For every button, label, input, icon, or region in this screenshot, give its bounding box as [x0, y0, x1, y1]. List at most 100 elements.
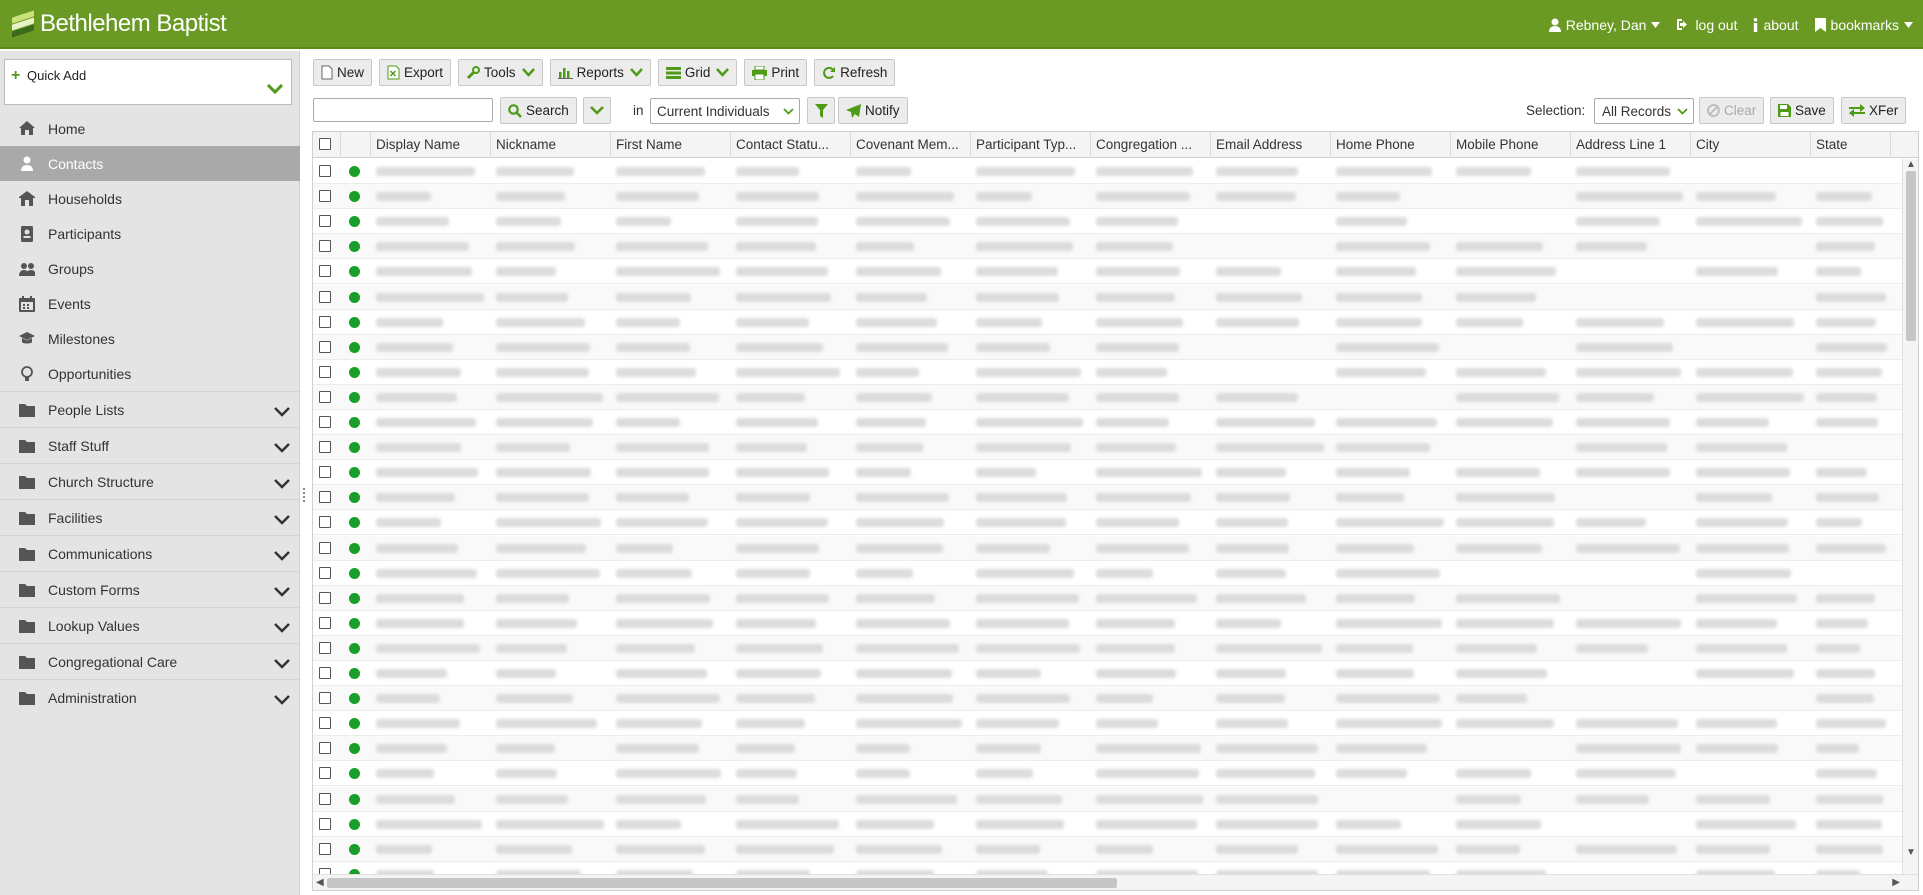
sidebar-folder-custom-forms[interactable]: Custom Forms: [0, 571, 300, 607]
save-selection-button[interactable]: Save: [1770, 97, 1834, 124]
row-checkbox[interactable]: [319, 240, 331, 253]
row-checkbox[interactable]: [319, 667, 331, 679]
selection-select[interactable]: All Records: [1594, 98, 1694, 124]
table-row[interactable]: [313, 812, 1903, 837]
sidebar-folder-facilities[interactable]: Facilities: [0, 499, 300, 535]
quick-add-box[interactable]: + Quick Add: [4, 59, 292, 105]
row-checkbox[interactable]: [319, 792, 331, 805]
table-row[interactable]: [313, 836, 1903, 862]
sidebar-folder-people-lists[interactable]: People Lists: [0, 391, 300, 427]
vertical-scrollbar[interactable]: ▲ ▼: [1902, 159, 1918, 875]
table-row[interactable]: [313, 585, 1903, 611]
row-checkbox[interactable]: [319, 641, 331, 654]
sidebar-folder-lookup-values[interactable]: Lookup Values: [0, 607, 300, 643]
table-row[interactable]: [313, 410, 1903, 435]
chevron-down-icon[interactable]: [274, 548, 290, 564]
column-header-home-phone[interactable]: Home Phone: [1331, 132, 1451, 158]
table-row[interactable]: [313, 234, 1903, 260]
row-checkbox[interactable]: [319, 742, 331, 755]
sidebar-item-events[interactable]: Events: [0, 286, 300, 321]
refresh-button[interactable]: Refresh: [814, 59, 896, 86]
chevron-down-icon[interactable]: [274, 584, 290, 600]
table-row[interactable]: [313, 661, 1903, 686]
column-header-covenant-mem[interactable]: Covenant Mem...: [851, 132, 971, 158]
row-checkbox[interactable]: [319, 491, 331, 504]
notify-button[interactable]: Notify: [838, 97, 908, 124]
column-header-city[interactable]: City: [1691, 132, 1811, 158]
horizontal-scrollbar[interactable]: ◀ ▶: [313, 874, 1918, 890]
record-scope-select[interactable]: Current Individuals: [650, 98, 800, 124]
column-header-nickname[interactable]: Nickname: [491, 132, 611, 158]
column-header-email-address[interactable]: Email Address: [1211, 132, 1331, 158]
row-checkbox[interactable]: [319, 516, 331, 529]
xfer-button[interactable]: XFer: [1841, 97, 1907, 124]
table-row[interactable]: [313, 561, 1903, 586]
scroll-up-arrow-icon[interactable]: ▲: [1906, 159, 1916, 170]
row-checkbox[interactable]: [319, 817, 331, 830]
bookmarks-menu[interactable]: bookmarks: [1814, 17, 1913, 33]
scroll-left-arrow-icon[interactable]: ◀: [316, 877, 324, 888]
search-options-dropdown[interactable]: [583, 97, 611, 124]
row-checkbox[interactable]: [319, 616, 331, 629]
table-row[interactable]: [313, 786, 1903, 812]
table-row[interactable]: [313, 711, 1903, 737]
chevron-down-icon[interactable]: [274, 692, 290, 708]
scroll-right-arrow-icon[interactable]: ▶: [1892, 877, 1900, 888]
chevron-down-icon[interactable]: [267, 84, 283, 94]
table-row[interactable]: [313, 761, 1903, 787]
column-header-contact-statu[interactable]: Contact Statu...: [731, 132, 851, 158]
sidebar-item-groups[interactable]: Groups: [0, 251, 300, 286]
row-checkbox[interactable]: [319, 416, 331, 428]
row-checkbox[interactable]: [319, 340, 331, 353]
row-checkbox[interactable]: [319, 265, 331, 278]
table-row[interactable]: [313, 635, 1903, 661]
sidebar-item-contacts[interactable]: Contacts: [0, 146, 300, 181]
table-row[interactable]: [313, 184, 1903, 210]
logout-link[interactable]: log out: [1676, 17, 1737, 33]
table-row[interactable]: [313, 310, 1903, 335]
sidebar-item-opportunities[interactable]: Opportunities: [0, 356, 300, 391]
sidebar-splitter-handle[interactable]: [302, 486, 306, 510]
row-checkbox[interactable]: [319, 692, 331, 705]
row-checkbox[interactable]: [319, 717, 331, 730]
table-row[interactable]: [313, 334, 1903, 360]
sidebar-item-households[interactable]: Households: [0, 181, 300, 216]
filter-button[interactable]: [807, 97, 835, 124]
user-menu[interactable]: Rebney, Dan: [1548, 17, 1661, 33]
table-row[interactable]: [313, 209, 1903, 235]
app-logo[interactable]: Bethlehem Baptist: [10, 8, 227, 40]
chevron-down-icon[interactable]: [274, 656, 290, 672]
row-checkbox[interactable]: [319, 190, 331, 203]
row-checkbox[interactable]: [319, 290, 331, 303]
table-row[interactable]: [313, 384, 1903, 410]
row-checkbox[interactable]: [319, 541, 331, 554]
about-link[interactable]: about: [1753, 17, 1799, 33]
sidebar-item-home[interactable]: Home: [0, 111, 300, 146]
table-row[interactable]: [313, 510, 1903, 536]
row-checkbox[interactable]: [319, 767, 331, 780]
vertical-scroll-thumb[interactable]: [1906, 171, 1916, 341]
table-row[interactable]: [313, 159, 1903, 184]
table-row[interactable]: [313, 284, 1903, 310]
row-checkbox[interactable]: [319, 842, 331, 855]
tools-menu-button[interactable]: Tools: [458, 59, 543, 86]
sidebar-item-participants[interactable]: Participants: [0, 216, 300, 251]
table-row[interactable]: [313, 736, 1903, 762]
sidebar-folder-administration[interactable]: Administration: [0, 679, 300, 715]
sidebar-folder-staff-stuff[interactable]: Staff Stuff: [0, 427, 300, 463]
row-checkbox[interactable]: [319, 315, 331, 328]
column-header-mobile-phone[interactable]: Mobile Phone: [1451, 132, 1571, 158]
row-checkbox[interactable]: [319, 215, 331, 228]
table-row[interactable]: [313, 259, 1903, 285]
sidebar-folder-communications[interactable]: Communications: [0, 535, 300, 571]
table-row[interactable]: [313, 435, 1903, 461]
row-checkbox[interactable]: [319, 441, 331, 454]
print-button[interactable]: Print: [744, 59, 808, 86]
search-input[interactable]: [313, 98, 493, 122]
sidebar-folder-church-structure[interactable]: Church Structure: [0, 463, 300, 499]
chevron-down-icon[interactable]: [274, 620, 290, 636]
export-button[interactable]: Export: [379, 59, 452, 86]
row-checkbox[interactable]: [319, 365, 331, 378]
chevron-down-icon[interactable]: [274, 440, 290, 456]
sidebar-item-milestones[interactable]: Milestones: [0, 321, 300, 356]
